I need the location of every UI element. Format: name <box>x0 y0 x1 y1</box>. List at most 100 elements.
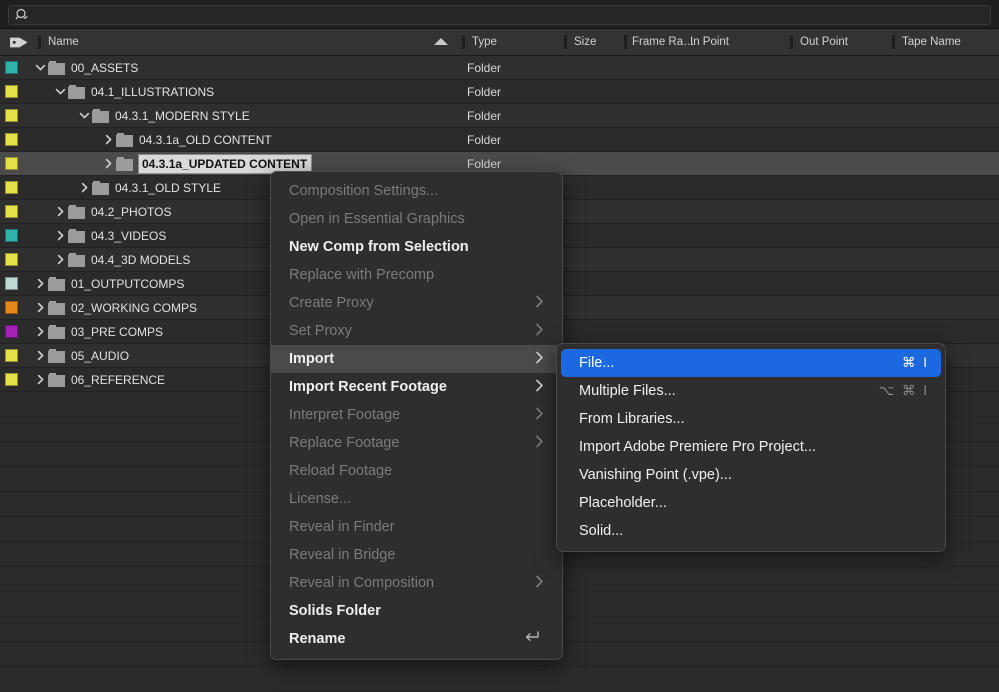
column-divider[interactable] <box>892 35 895 49</box>
label-color-chip[interactable] <box>5 85 18 98</box>
context-menu-item: Interpret Footage <box>271 401 562 429</box>
table-row[interactable]: 00_ASSETSFolder <box>0 56 999 80</box>
chevron-down-icon[interactable] <box>52 80 68 103</box>
chevron-right-icon[interactable] <box>100 128 116 151</box>
table-row[interactable]: 04.3.1_MODERN STYLEFolder <box>0 104 999 128</box>
row-type-cell: Folder <box>467 56 501 79</box>
import-submenu[interactable]: File...⌘ IMultiple Files...⌥ ⌘ IFrom Lib… <box>556 343 946 552</box>
column-header-row: Name Type Size Frame Ra… In Point Out Po… <box>0 29 999 56</box>
column-header-framerate[interactable]: Frame Ra… <box>624 29 690 55</box>
row-name-cell: 02_WORKING COMPS <box>32 296 197 319</box>
empty-list-row <box>0 667 999 692</box>
context-menu-item-label: Interpret Footage <box>289 407 400 423</box>
label-color-chip[interactable] <box>5 133 18 146</box>
column-header-size[interactable]: Size <box>564 29 624 55</box>
folder-icon <box>68 229 85 243</box>
column-header-name[interactable]: Name <box>38 29 462 55</box>
submenu-item[interactable]: From Libraries... <box>561 405 941 433</box>
chevron-right-icon[interactable] <box>32 272 48 295</box>
submenu-item[interactable]: File...⌘ I <box>561 349 941 377</box>
context-menu-item-label: Set Proxy <box>289 323 352 339</box>
chevron-down-icon[interactable] <box>76 104 92 127</box>
row-name-label: 04.1_ILLUSTRATIONS <box>91 85 214 99</box>
search-input-container[interactable] <box>8 5 991 25</box>
search-icon[interactable] <box>15 8 30 22</box>
context-menu-item[interactable]: Import Recent Footage <box>271 373 562 401</box>
row-name-cell: 05_AUDIO <box>32 344 129 367</box>
chevron-right-icon[interactable] <box>52 224 68 247</box>
row-name-label: 04.3.1_OLD STYLE <box>115 181 221 195</box>
context-menu-item: License... <box>271 485 562 513</box>
submenu-item[interactable]: Vanishing Point (.vpe)... <box>561 461 941 489</box>
submenu-item[interactable]: Multiple Files...⌥ ⌘ I <box>561 377 941 405</box>
column-divider[interactable] <box>790 35 793 49</box>
label-color-chip[interactable] <box>5 229 18 242</box>
chevron-right-icon[interactable] <box>52 248 68 271</box>
column-header-type[interactable]: Type <box>462 29 564 55</box>
row-name-label: 04.4_3D MODELS <box>91 253 190 267</box>
chevron-right-icon[interactable] <box>32 296 48 319</box>
folder-icon <box>48 61 65 75</box>
context-menu[interactable]: Composition Settings...Open in Essential… <box>270 171 563 660</box>
context-menu-item-label: Solids Folder <box>289 603 381 619</box>
chevron-right-icon <box>535 379 544 395</box>
chevron-right-icon[interactable] <box>76 176 92 199</box>
chevron-right-icon <box>535 407 544 423</box>
search-input[interactable] <box>36 8 940 22</box>
context-menu-item[interactable]: Rename <box>271 625 562 653</box>
label-color-chip[interactable] <box>5 61 18 74</box>
column-header-tapename[interactable]: Tape Name <box>892 29 999 55</box>
submenu-item[interactable]: Import Adobe Premiere Pro Project... <box>561 433 941 461</box>
context-menu-item-label: Replace Footage <box>289 435 399 451</box>
context-menu-item-label: Import Recent Footage <box>289 379 447 395</box>
context-menu-item-label: Rename <box>289 631 345 647</box>
sort-ascending-icon[interactable] <box>434 38 448 45</box>
context-menu-item: Create Proxy <box>271 289 562 317</box>
context-menu-item[interactable]: Solids Folder <box>271 597 562 625</box>
label-color-chip[interactable] <box>5 157 18 170</box>
label-color-chip[interactable] <box>5 325 18 338</box>
folder-icon <box>68 205 85 219</box>
chevron-right-icon[interactable] <box>32 368 48 391</box>
chevron-down-icon[interactable] <box>32 56 48 79</box>
label-color-chip[interactable] <box>5 205 18 218</box>
submenu-item-label: File... <box>579 355 614 371</box>
context-menu-item[interactable]: Import <box>271 345 562 373</box>
chevron-right-icon[interactable] <box>52 200 68 223</box>
table-row[interactable]: 04.3.1a_OLD CONTENTFolder <box>0 128 999 152</box>
column-header-tag[interactable] <box>0 29 38 55</box>
label-color-chip[interactable] <box>5 277 18 290</box>
column-header-outpoint[interactable]: Out Point <box>790 29 892 55</box>
search-bar <box>0 0 999 29</box>
label-color-chip[interactable] <box>5 181 18 194</box>
context-menu-item-label: Import <box>289 351 334 367</box>
row-name-cell: 04.3.1_OLD STYLE <box>76 176 221 199</box>
context-menu-item[interactable]: New Comp from Selection <box>271 233 562 261</box>
row-name-cell: 04.3_VIDEOS <box>52 224 166 247</box>
label-color-chip[interactable] <box>5 253 18 266</box>
chevron-right-icon[interactable] <box>32 344 48 367</box>
column-divider[interactable] <box>38 35 41 49</box>
submenu-item[interactable]: Solid... <box>561 517 941 545</box>
column-divider[interactable] <box>462 35 465 49</box>
column-header-inpoint[interactable]: In Point <box>690 29 790 55</box>
label-color-chip[interactable] <box>5 109 18 122</box>
table-row[interactable]: 04.1_ILLUSTRATIONS Folder <box>0 80 999 104</box>
label-color-chip[interactable] <box>5 373 18 386</box>
folder-icon <box>48 277 65 291</box>
submenu-item-label: Import Adobe Premiere Pro Project... <box>579 439 816 455</box>
row-type-cell: Folder <box>467 80 501 103</box>
chevron-right-icon[interactable] <box>32 320 48 343</box>
context-menu-item: Composition Settings... <box>271 177 562 205</box>
chevron-right-icon[interactable] <box>100 152 116 175</box>
chevron-right-icon <box>535 295 544 311</box>
label-color-chip[interactable] <box>5 301 18 314</box>
row-type-cell: Folder <box>467 128 501 151</box>
context-menu-item: Set Proxy <box>271 317 562 345</box>
column-divider[interactable] <box>564 35 567 49</box>
submenu-item[interactable]: Placeholder... <box>561 489 941 517</box>
rename-input[interactable]: 04.3.1a_UPDATED CONTENT <box>139 155 311 173</box>
context-menu-item: Reveal in Bridge <box>271 541 562 569</box>
column-divider[interactable] <box>624 35 627 49</box>
label-color-chip[interactable] <box>5 349 18 362</box>
